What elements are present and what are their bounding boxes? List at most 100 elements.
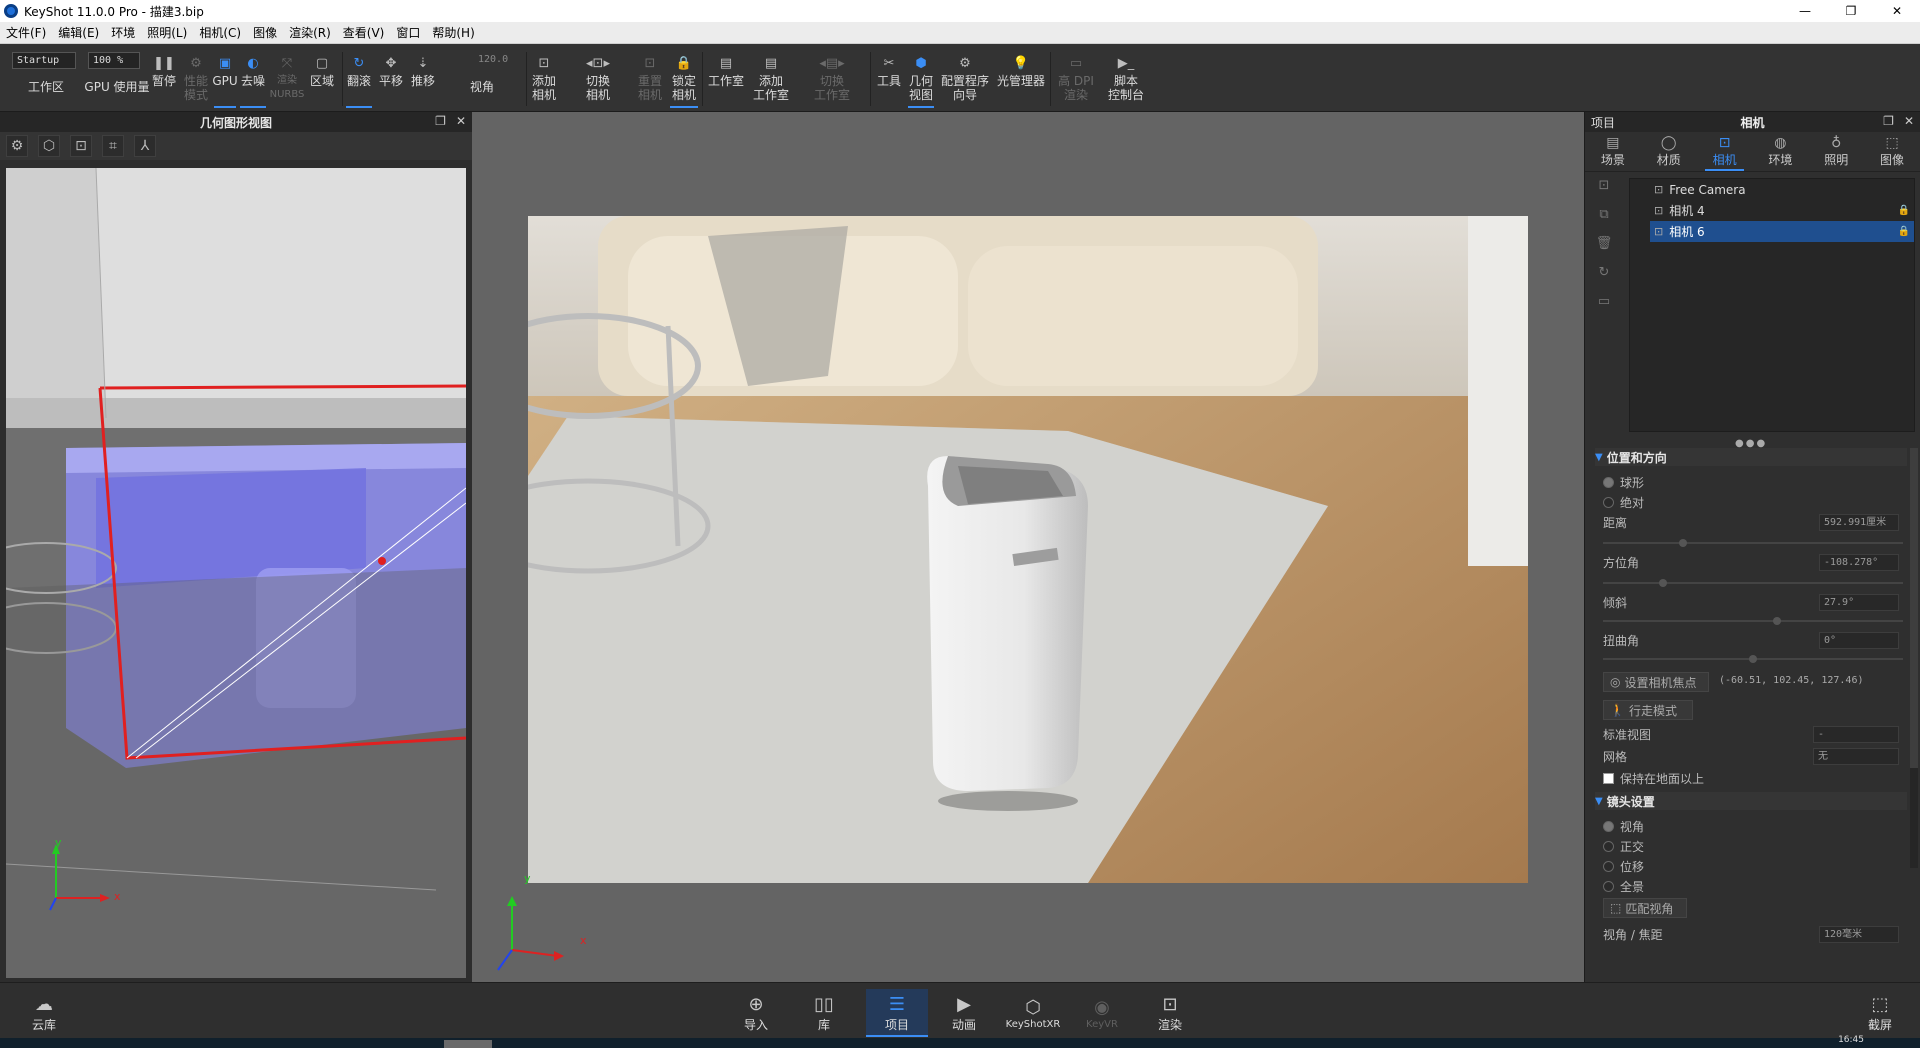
menu-image[interactable]: 图像 [247,24,283,41]
switch-camera-button[interactable]: ◂⊡▸ 切换 相机 [568,48,628,108]
radio-spherical[interactable] [1603,476,1614,488]
distance-field[interactable]: 592.991厘米 [1819,513,1899,531]
twist-field[interactable]: 0° [1819,631,1899,649]
camera-item-6[interactable]: ⊡ 相机 6 🔒 [1650,221,1914,242]
spherical-option[interactable]: 球形 [1603,472,1903,492]
lock-icon[interactable]: 🔒 [1898,205,1910,216]
cloud-library-button[interactable]: ☁ 云库 [16,989,72,1037]
orthographic-option[interactable]: 正交 [1603,836,1903,856]
float-panel-icon[interactable]: ❐ [435,114,446,128]
menu-edit[interactable]: 编辑(E) [52,24,105,41]
menu-window[interactable]: 窗口 [390,24,426,41]
geometry-view-button[interactable]: ⬢ 几何 视图 [906,48,936,108]
tab-material[interactable]: ◯ 材质 [1641,132,1697,171]
tumble-button[interactable]: ↻ 翻滚 [344,48,374,108]
add-camera-icon[interactable]: ⊡ [1599,178,1610,198]
twist-slider[interactable] [1603,655,1903,663]
camera-item-4[interactable]: ⊡ 相机 4 🔒 [1630,200,1914,221]
gpu-button[interactable]: ▣ GPU [212,48,238,108]
camera-item-free[interactable]: ⊡ Free Camera [1630,179,1914,200]
panorama-option[interactable]: 全景 [1603,876,1903,896]
camera-view-icon[interactable]: ⊡ [70,135,92,157]
close-button[interactable]: ✕ [1874,0,1920,22]
keyvr-button[interactable]: ◉ KeyVR [1074,989,1130,1037]
save-camera-icon[interactable]: ▭ [1598,294,1610,314]
menu-environment[interactable]: 环境 [105,24,141,41]
absolute-option[interactable]: 绝对 [1603,492,1903,512]
pan-button[interactable]: ✥ 平移 [376,48,406,108]
grid-icon[interactable]: ⌗ [102,135,124,157]
restore-button[interactable]: ❐ [1828,0,1874,22]
project-button[interactable]: ☰ 项目 [866,989,928,1037]
tab-camera[interactable]: ⊡ 相机 [1697,132,1753,171]
config-wizard-button[interactable]: ⚙ 配置程序 向导 [938,48,992,108]
screenshot-button[interactable]: ⬚ 截屏 [1852,989,1908,1037]
performance-mode-button[interactable]: ⚙ 性能 模式 [180,48,212,108]
keep-above-ground-row[interactable]: 保持在地面以上 [1603,768,1903,788]
shift-option[interactable]: 位移 [1603,856,1903,876]
walk-mode-button[interactable]: 🚶 行走模式 [1603,700,1693,720]
menu-file[interactable]: 文件(F) [0,24,52,41]
slider-handle[interactable] [1659,579,1667,587]
set-focus-button[interactable]: ◎ 设置相机焦点 [1603,672,1709,692]
hidpi-render-button[interactable]: ▭ 高 DPI 渲染 [1054,48,1098,108]
reset-camera-button[interactable]: ⊡ 重置 相机 [634,48,666,108]
lock-camera-button[interactable]: 🔒 锁定 相机 [668,48,700,108]
inclination-field[interactable]: 27.9° [1819,593,1899,611]
light-manager-button[interactable]: 💡 光管理器 [994,48,1048,108]
distance-slider[interactable] [1603,539,1903,547]
animation-button[interactable]: ▶ 动画 [936,989,992,1037]
radio-shift[interactable] [1603,860,1614,872]
properties-scrollbar[interactable] [1910,448,1918,868]
slider-handle[interactable] [1679,539,1687,547]
tab-scene[interactable]: ▤ 场景 [1585,132,1641,171]
switch-studio-button[interactable]: ◂▤▸ 切换 工作室 [804,48,860,108]
add-camera-button[interactable]: ⊡ 添加 相机 [528,48,560,108]
radio-panorama[interactable] [1603,880,1614,892]
render-viewport[interactable]: y x [472,112,1584,982]
slider-handle[interactable] [1773,617,1781,625]
menu-view[interactable]: 查看(V) [337,24,391,41]
slider-handle[interactable] [1749,655,1757,663]
add-studio-button[interactable]: ▤ 添加 工作室 [750,48,792,108]
cube-icon[interactable]: ⬡ [38,135,60,157]
library-button[interactable]: ▯▯ 库 [796,989,852,1037]
radio-absolute[interactable] [1603,496,1614,508]
settings-icon[interactable]: ⚙ [6,135,28,157]
render-button[interactable]: ⊡ 渲染 [1142,989,1198,1037]
menu-render[interactable]: 渲染(R) [283,24,337,41]
dolly-button[interactable]: ⇣ 推移 [408,48,438,108]
section-lens-settings[interactable]: ▼ 镜头设置 [1595,792,1907,810]
scrollbar-thumb[interactable] [1910,448,1918,768]
tab-image[interactable]: ⬚ 图像 [1864,132,1920,171]
tab-environment[interactable]: ◍ 环境 [1752,132,1808,171]
studio-button[interactable]: ▤ 工作室 [706,48,746,108]
geometry-viewport[interactable]: y x [0,167,467,978]
duplicate-camera-icon[interactable]: ⧉ [1599,207,1608,227]
region-button[interactable]: ▢ 区域 [306,48,338,108]
taskbar-thumbnail[interactable] [444,1040,492,1048]
minimize-button[interactable]: — [1782,0,1828,22]
axis-icon[interactable]: ⅄ [134,135,156,157]
fov-focal-field[interactable]: 120毫米 [1819,925,1899,943]
menu-camera[interactable]: 相机(C) [193,24,247,41]
keep-above-ground-checkbox[interactable] [1603,772,1614,784]
delete-camera-icon[interactable]: 🗑 [1596,236,1613,256]
menu-help[interactable]: 帮助(H) [426,24,480,41]
lock-icon[interactable]: 🔒 [1898,226,1910,237]
radio-perspective[interactable] [1603,820,1614,832]
inclination-slider[interactable] [1603,617,1903,625]
refresh-camera-icon[interactable]: ↻ [1599,265,1610,285]
keyshotxr-button[interactable]: ⬡ KeyShotXR [1002,989,1064,1037]
match-perspective-button[interactable]: ⬚ 匹配视角 [1603,898,1687,918]
menu-lighting[interactable]: 照明(L) [141,24,193,41]
script-console-button[interactable]: ▶_ 脚本 控制台 [1104,48,1148,108]
float-project-icon[interactable]: ❐ [1883,114,1894,128]
pause-button[interactable]: ❚❚ 暂停 [148,48,180,108]
denoise-button[interactable]: ◐ 去噪 [238,48,268,108]
tab-lighting[interactable]: ♁ 照明 [1808,132,1864,171]
radio-orthographic[interactable] [1603,840,1614,852]
perspective-option[interactable]: 视角 [1603,816,1903,836]
standard-view-select[interactable]: - [1813,725,1899,743]
import-button[interactable]: ⊕ 导入 [728,989,784,1037]
